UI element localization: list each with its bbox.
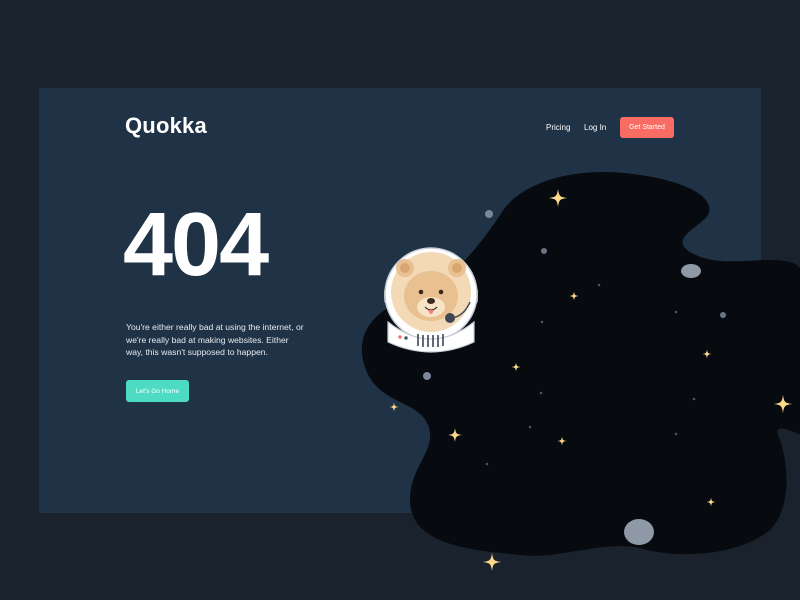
- planet-icon: [624, 519, 654, 545]
- space-blob: [361, 172, 800, 556]
- planet-icon: [681, 264, 701, 278]
- logo[interactable]: Quokka: [125, 113, 207, 139]
- dust-dot: [528, 425, 532, 429]
- dust-dot: [692, 397, 696, 401]
- star-icon: [389, 402, 399, 412]
- get-started-button[interactable]: Get Started: [620, 117, 674, 138]
- dust-dot: [674, 310, 678, 314]
- planet-icon: [423, 372, 431, 380]
- error-description: You're either really bad at using the in…: [126, 322, 304, 357]
- quokka-astronaut-icon: [384, 247, 478, 353]
- planet-icon: [720, 312, 726, 318]
- nav-pricing-link[interactable]: Pricing: [546, 123, 570, 132]
- dust-dot: [674, 432, 678, 436]
- page-root: Quokka Pricing Log In Get Started 404 Yo…: [0, 0, 800, 600]
- error-title: 404: [123, 195, 269, 295]
- nav-login-link[interactable]: Log In: [584, 123, 606, 132]
- go-home-button[interactable]: Let's Go Home: [126, 380, 189, 402]
- dust-dot: [597, 283, 601, 287]
- planet-icon: [485, 210, 493, 218]
- space-illustration: [361, 172, 800, 571]
- star-icon: [483, 553, 501, 571]
- dust-dot: [540, 320, 544, 324]
- planet-icon: [541, 248, 547, 254]
- dust-dot: [485, 462, 489, 466]
- dust-dot: [539, 391, 543, 395]
